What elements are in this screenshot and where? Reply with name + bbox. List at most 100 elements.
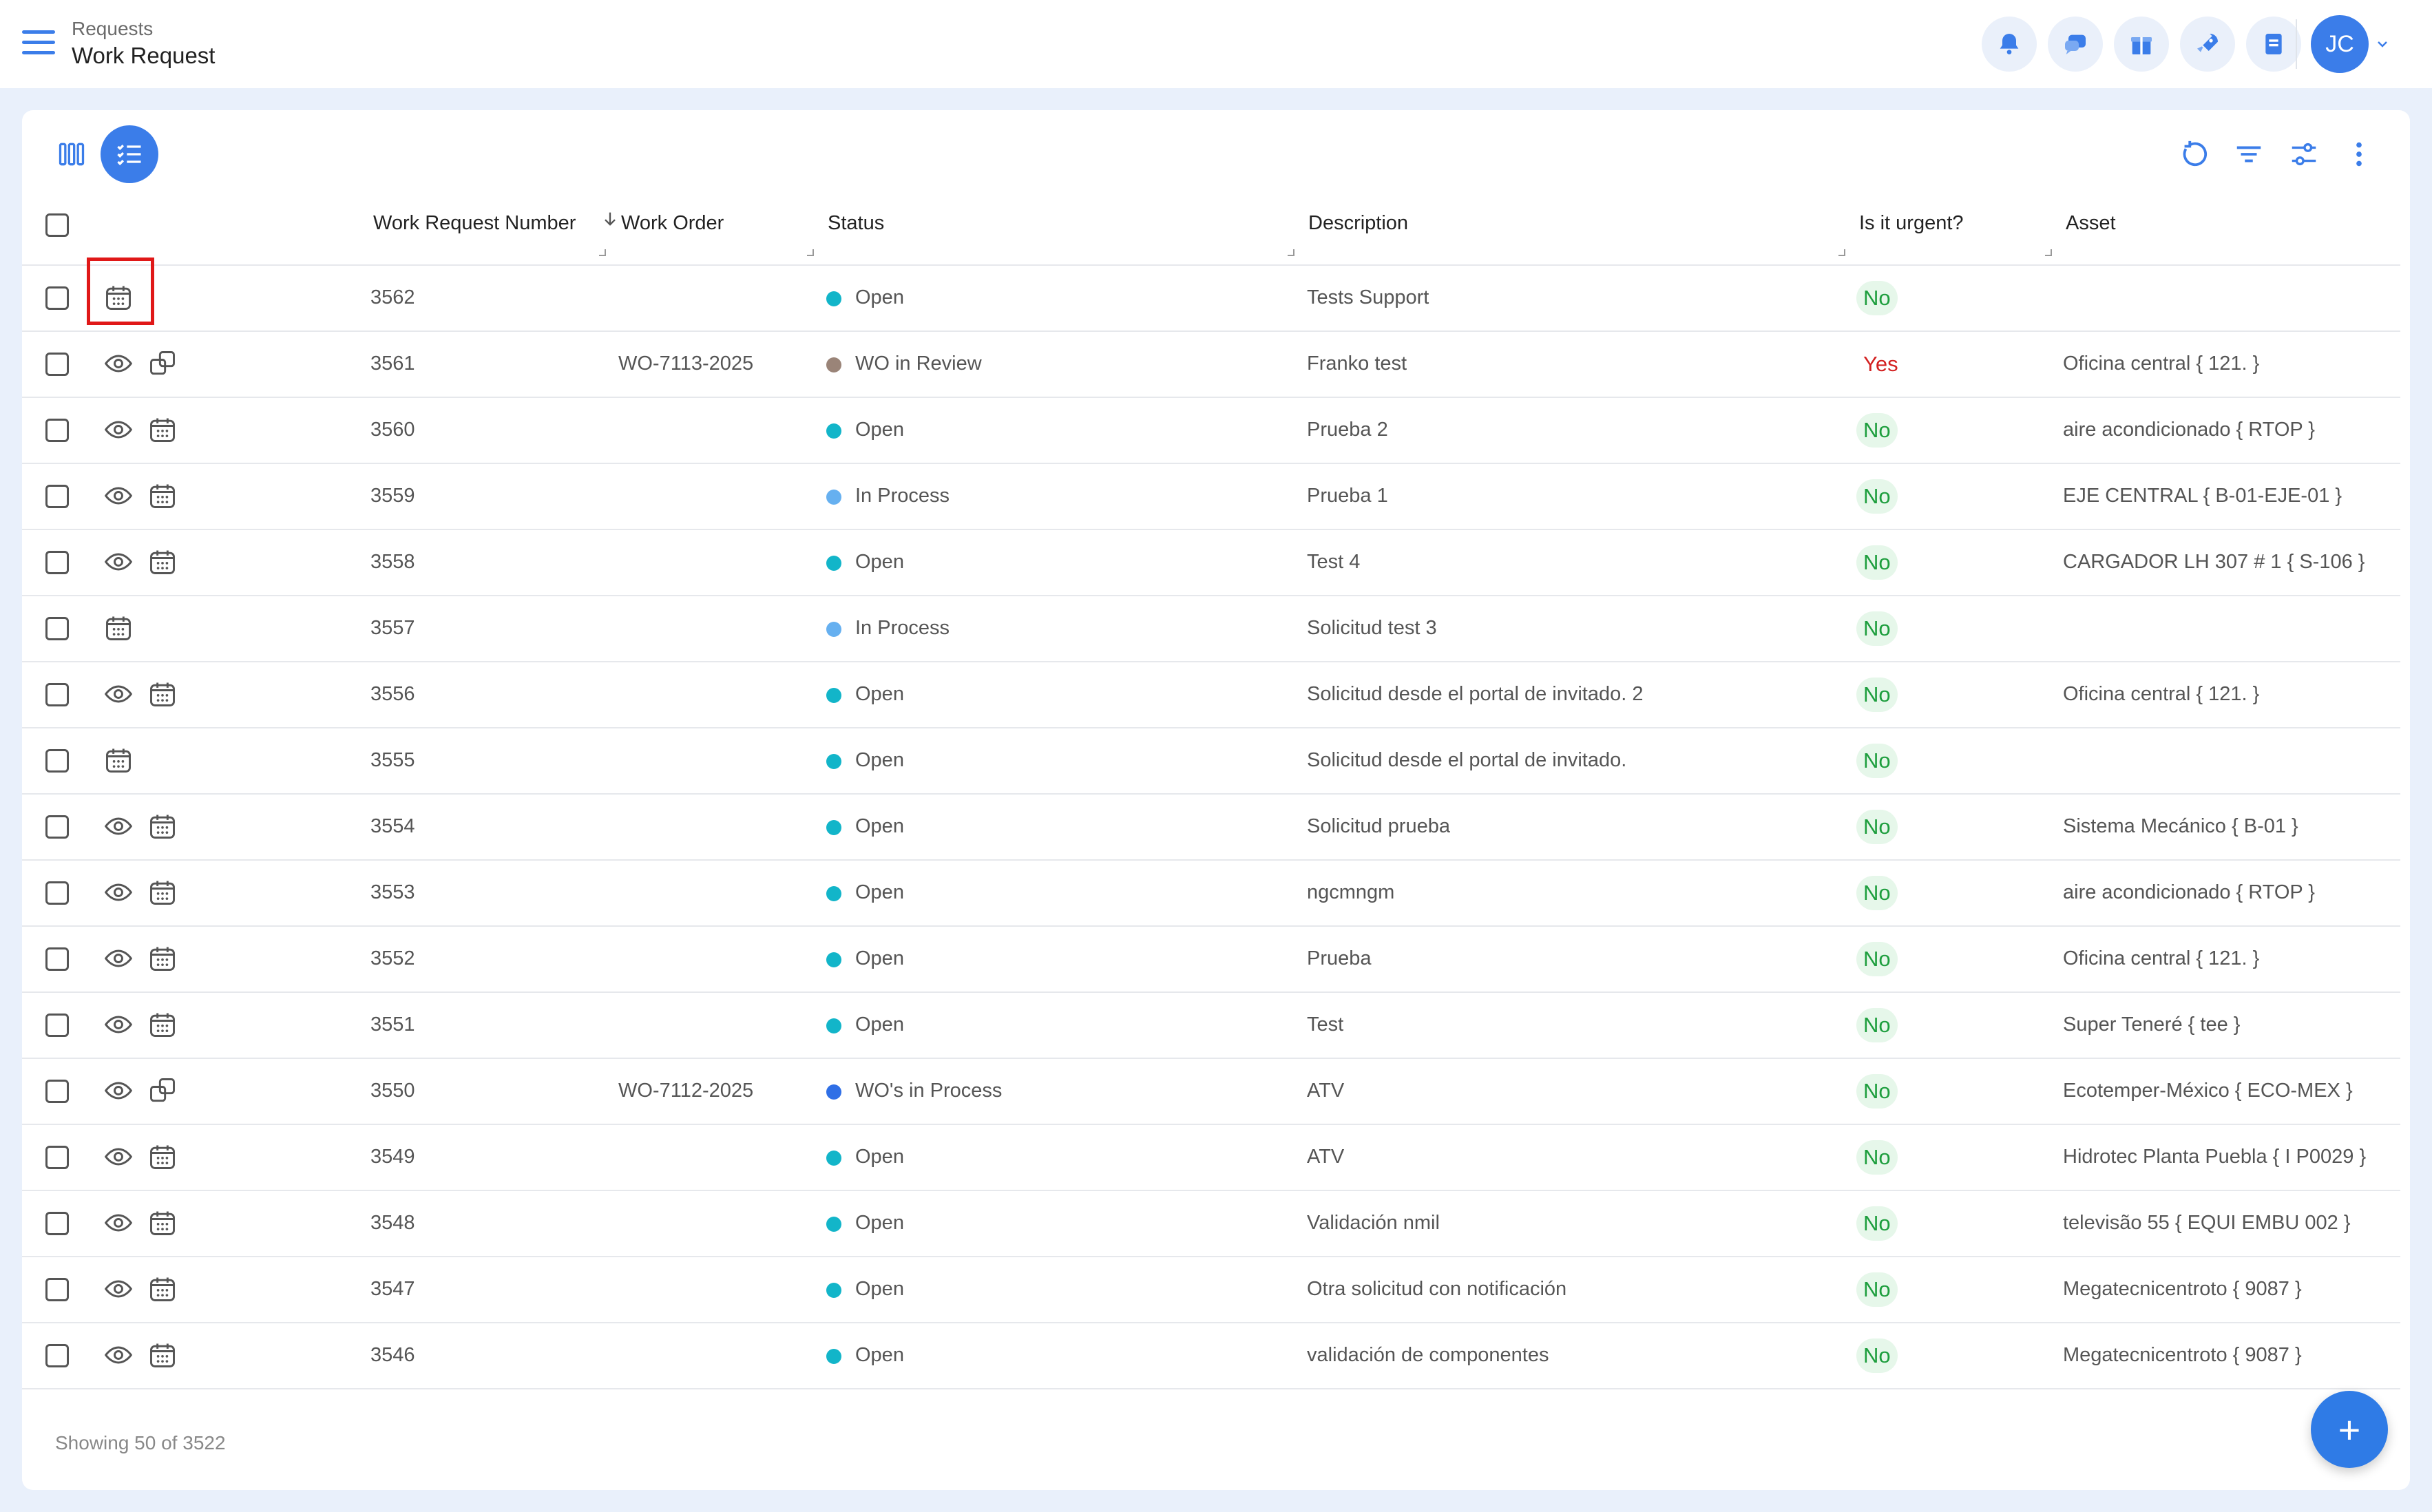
table-row[interactable]: 3546 Open validación de componentes No Megat…: [22, 1323, 2400, 1389]
copy-icon[interactable]: [147, 1075, 178, 1106]
eye-icon[interactable]: [103, 547, 134, 577]
notes-button[interactable]: [2246, 17, 2301, 72]
column-header-work-order[interactable]: Work Order: [621, 212, 724, 235]
request-number[interactable]: 3558: [370, 551, 415, 574]
request-number[interactable]: 3550: [370, 1080, 415, 1102]
row-checkbox[interactable]: [45, 881, 69, 905]
chat-button[interactable]: [2048, 17, 2103, 72]
table-row[interactable]: 3555 Open Solicitud desde el portal de inv…: [22, 728, 2400, 795]
avatar[interactable]: JC: [2311, 15, 2369, 73]
table-row[interactable]: 3562 Open Tests Support No: [22, 266, 2400, 332]
filter-button[interactable]: [2232, 135, 2265, 174]
more-options-button[interactable]: [2342, 135, 2376, 174]
calendar-icon[interactable]: [147, 1009, 178, 1040]
table-row[interactable]: 3557 In Process Solicitud test 3 No: [22, 596, 2400, 662]
request-number[interactable]: 3556: [370, 683, 415, 706]
eye-icon[interactable]: [103, 1075, 134, 1106]
column-header-asset[interactable]: Asset: [2066, 212, 2116, 235]
row-checkbox[interactable]: [45, 551, 69, 574]
row-checkbox[interactable]: [45, 683, 69, 706]
row-checkbox[interactable]: [45, 617, 69, 640]
request-number[interactable]: 3552: [370, 947, 415, 970]
row-checkbox[interactable]: [45, 1080, 69, 1103]
eye-icon[interactable]: [103, 1340, 134, 1370]
table-row[interactable]: 3548 Open Validación nmil No televisão 55 { …: [22, 1191, 2400, 1257]
column-resize-handle[interactable]: [1288, 249, 1294, 256]
table-row[interactable]: 3554 Open Solicitud prueba No Sistema Mecáni…: [22, 795, 2400, 861]
request-number[interactable]: 3560: [370, 419, 415, 441]
copy-icon[interactable]: [147, 348, 178, 379]
eye-icon[interactable]: [103, 348, 134, 379]
table-row[interactable]: 3547 Open Otra solicitud con notificación N…: [22, 1257, 2400, 1323]
eye-icon[interactable]: [103, 943, 134, 974]
column-header-urgent[interactable]: Is it urgent?: [1859, 212, 1964, 235]
calendar-icon[interactable]: [147, 1340, 178, 1370]
row-checkbox[interactable]: [45, 947, 69, 971]
column-resize-handle[interactable]: [807, 249, 814, 256]
row-checkbox[interactable]: [45, 1278, 69, 1301]
column-resize-handle[interactable]: [1838, 249, 1845, 256]
table-row[interactable]: 3553 Open ngcmngm No aire acondicionado { RT…: [22, 861, 2400, 927]
calendar-icon[interactable]: [147, 1142, 178, 1172]
column-resize-handle[interactable]: [2045, 249, 2052, 256]
table-row[interactable]: 3558 Open Test 4 No CARGADOR LH 307 # 1 { S-…: [22, 530, 2400, 596]
row-checkbox[interactable]: [45, 419, 69, 442]
columns-view-button[interactable]: [43, 125, 101, 183]
column-header-number[interactable]: Work Request Number: [373, 212, 576, 235]
row-checkbox[interactable]: [45, 1212, 69, 1235]
row-checkbox[interactable]: [45, 1146, 69, 1169]
calendar-icon[interactable]: [147, 481, 178, 511]
eye-icon[interactable]: [103, 811, 134, 841]
table-row[interactable]: 3549 Open ATV No Hidrotec Planta Puebla { I …: [22, 1125, 2400, 1191]
request-number[interactable]: 3553: [370, 881, 415, 904]
column-resize-handle[interactable]: [599, 249, 606, 256]
chevron-down-icon[interactable]: [2374, 36, 2391, 52]
request-number[interactable]: 3551: [370, 1014, 415, 1036]
calendar-icon[interactable]: [147, 943, 178, 974]
table-row[interactable]: 3561 WO-7113-2025 WO in Review Franko test Y…: [22, 332, 2400, 398]
row-checkbox[interactable]: [45, 749, 69, 773]
calendar-icon[interactable]: [147, 811, 178, 841]
add-request-button[interactable]: +: [2311, 1391, 2388, 1468]
row-checkbox[interactable]: [45, 286, 69, 310]
table-row[interactable]: 3556 Open Solicitud desde el portal de inv…: [22, 662, 2400, 728]
request-number[interactable]: 3559: [370, 485, 415, 507]
eye-icon[interactable]: [103, 481, 134, 511]
list-view-button[interactable]: [101, 125, 158, 183]
calendar-icon[interactable]: [103, 613, 134, 643]
column-settings-button[interactable]: [2287, 135, 2320, 174]
gift-button[interactable]: [2114, 17, 2169, 72]
row-checkbox[interactable]: [45, 815, 69, 839]
eye-icon[interactable]: [103, 679, 134, 709]
table-row[interactable]: 3550 WO-7112-2025 WO's in Process ATV No Ecot…: [22, 1059, 2400, 1125]
row-checkbox[interactable]: [45, 1344, 69, 1367]
calendar-icon[interactable]: [147, 679, 178, 709]
request-number[interactable]: 3554: [370, 815, 415, 838]
column-header-description[interactable]: Description: [1308, 212, 1408, 235]
calendar-icon[interactable]: [103, 745, 134, 775]
request-number[interactable]: 3547: [370, 1278, 415, 1301]
column-header-status[interactable]: Status: [828, 212, 884, 235]
eye-icon[interactable]: [103, 877, 134, 907]
table-row[interactable]: 3560 Open Prueba 2 No aire acondicionado { R…: [22, 398, 2400, 464]
rocket-button[interactable]: [2180, 17, 2235, 72]
calendar-icon[interactable]: [147, 414, 178, 445]
request-number[interactable]: 3562: [370, 286, 415, 309]
sort-descending-icon[interactable]: [600, 208, 620, 230]
request-number[interactable]: 3561: [370, 353, 415, 375]
request-number[interactable]: 3555: [370, 749, 415, 772]
eye-icon[interactable]: [103, 414, 134, 445]
eye-icon[interactable]: [103, 1208, 134, 1238]
breadcrumb-parent[interactable]: Requests: [72, 18, 153, 40]
select-all-checkbox[interactable]: [45, 213, 69, 237]
row-checkbox[interactable]: [45, 485, 69, 508]
eye-icon[interactable]: [103, 1142, 134, 1172]
calendar-icon[interactable]: [147, 1274, 178, 1304]
calendar-icon[interactable]: [147, 547, 178, 577]
table-row[interactable]: 3559 In Process Prueba 1 No EJE CENTRAL { B-…: [22, 464, 2400, 530]
eye-icon[interactable]: [103, 1009, 134, 1040]
work-order-number[interactable]: WO-7113-2025: [618, 353, 753, 375]
table-row[interactable]: 3551 Open Test No Super Teneré { tee }: [22, 993, 2400, 1059]
row-checkbox[interactable]: [45, 353, 69, 376]
hamburger-menu-icon[interactable]: [22, 30, 55, 58]
